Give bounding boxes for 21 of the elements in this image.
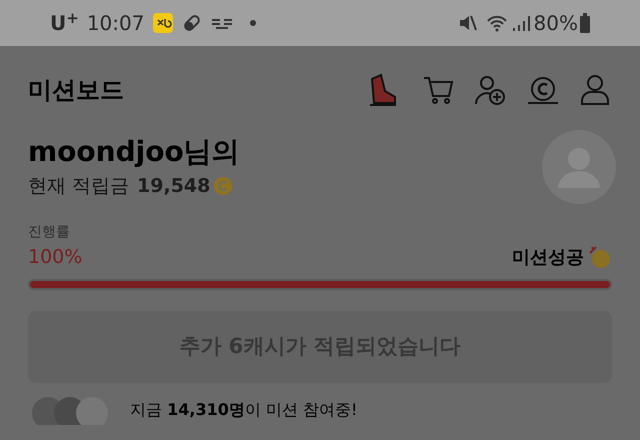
- battery-percent: 80%: [534, 10, 578, 37]
- add-friend-icon[interactable]: [474, 74, 506, 106]
- balance-label: 현재 적립금: [28, 174, 130, 199]
- clock-time: 10:07: [86, 10, 144, 37]
- mission-result: 미션성공: [512, 246, 584, 270]
- battery-icon: [580, 13, 590, 33]
- carrier-label: U$^{+}$: [50, 8, 79, 37]
- signal-icon: [512, 13, 530, 33]
- coin-icon: [214, 177, 232, 196]
- page-title: 미션보드: [28, 75, 124, 106]
- profile-icon[interactable]: [580, 74, 610, 106]
- progress-percent: 100%: [28, 245, 82, 270]
- user-name: moondjoo님의: [28, 134, 240, 170]
- wifi-icon: [486, 13, 508, 33]
- cart-icon[interactable]: [422, 74, 454, 106]
- capsule-icon: [182, 13, 202, 33]
- mute-icon: [458, 13, 478, 33]
- coin-icon[interactable]: [526, 75, 560, 105]
- balance-amount: 19,548: [137, 174, 210, 199]
- participants-text: 지금 14,310명이 미션 참여중!: [130, 398, 358, 420]
- progress-label: 진행률: [28, 223, 71, 242]
